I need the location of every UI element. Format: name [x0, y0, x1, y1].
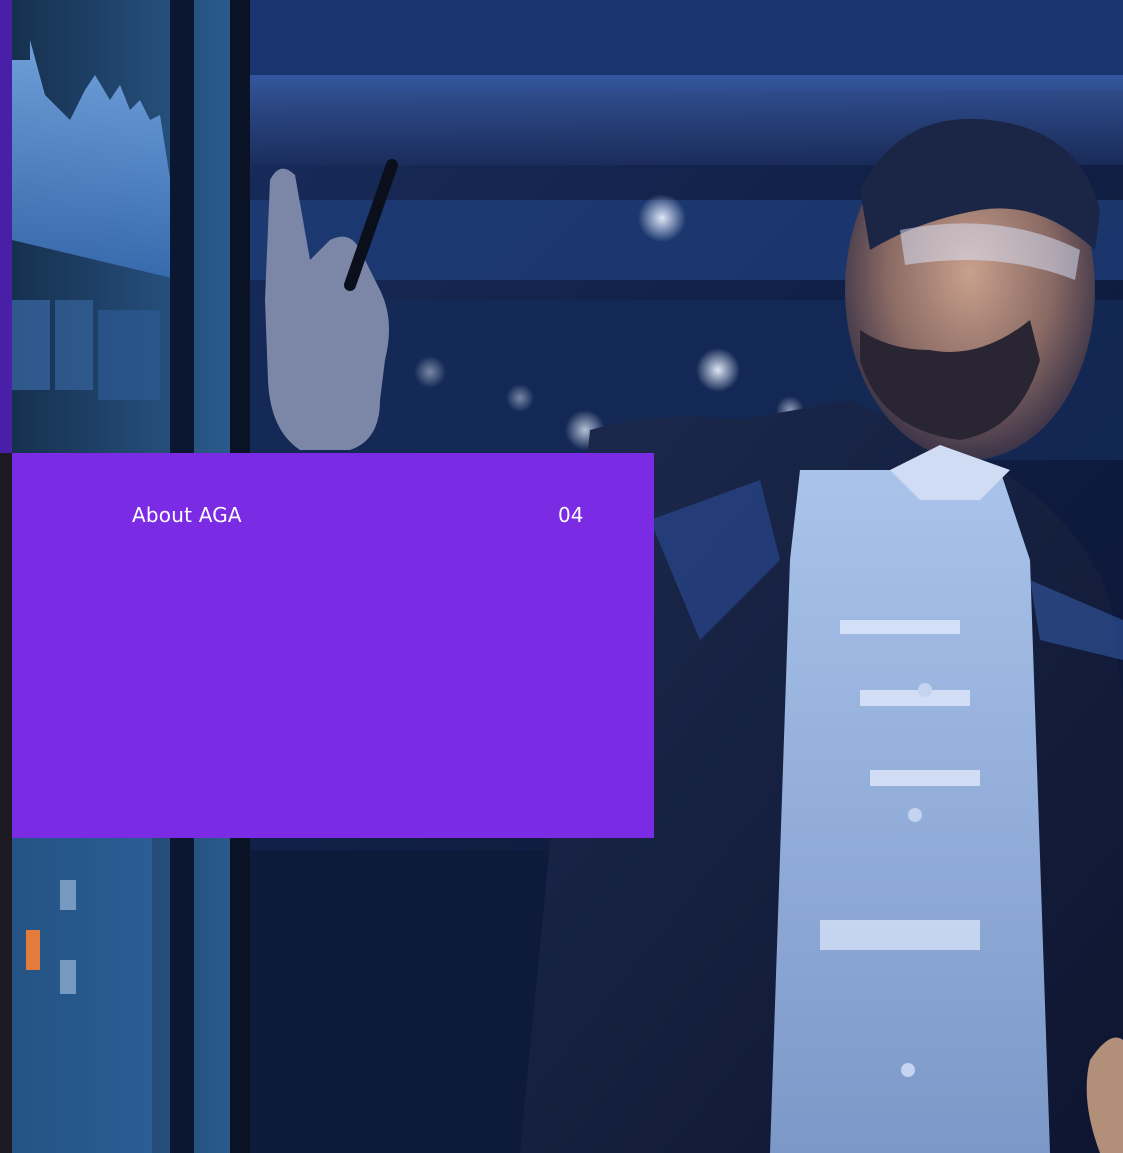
edge-dark-strip [0, 453, 12, 1153]
edge-accent-strip [0, 0, 12, 453]
page: About AGA 04 [0, 0, 1123, 1153]
page-number: 04 [558, 503, 584, 527]
section-title: About AGA [132, 503, 242, 527]
section-card: About AGA 04 [12, 453, 654, 838]
